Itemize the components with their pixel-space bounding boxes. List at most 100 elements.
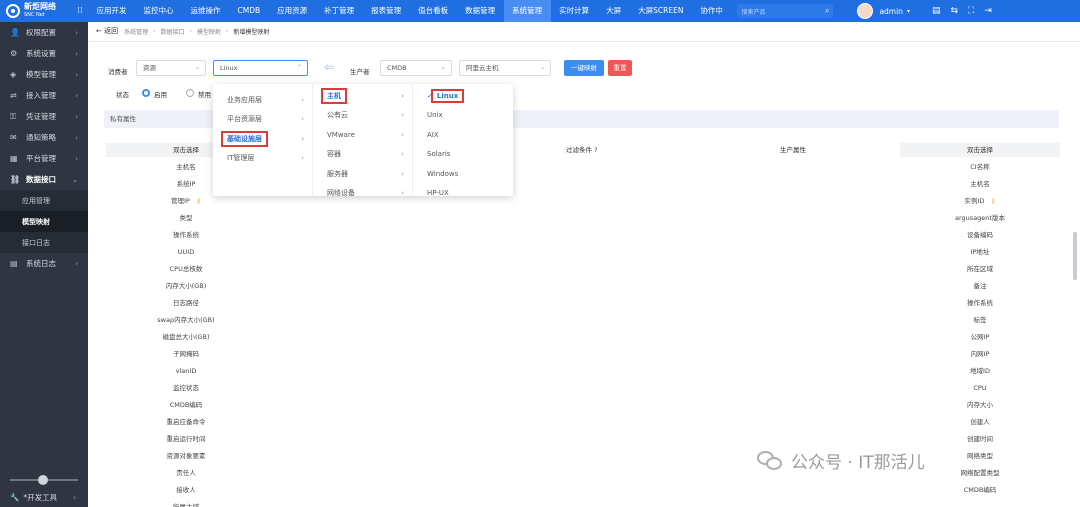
scrollbar[interactable]: [1073, 232, 1077, 280]
sidebar-item[interactable]: ⇌ 接入管理 ›: [0, 85, 88, 106]
sidebar-item[interactable]: ✉ 通知策略 ›: [0, 127, 88, 148]
nav-item[interactable]: 大屏: [598, 0, 630, 22]
left-attribute-row[interactable]: 日志路径: [106, 295, 266, 312]
right-attribute-row[interactable]: 备注: [900, 278, 1060, 295]
right-attribute-row[interactable]: CI名称: [900, 159, 1060, 176]
cascader-option[interactable]: 网络设备 ›: [313, 184, 412, 196]
logout-icon[interactable]: ⇥: [984, 6, 992, 16]
nav-item[interactable]: 值台看板: [410, 0, 457, 22]
left-attribute-row[interactable]: 子网掩码: [106, 346, 266, 363]
breadcrumb-item[interactable]: 数据接口: [161, 27, 185, 36]
left-attribute-row[interactable]: 磁盘总大小(GB): [106, 329, 266, 346]
sidebar-item[interactable]: ▦ 平台管理 ›: [0, 148, 88, 169]
nav-item[interactable]: 协作中: [692, 0, 732, 22]
nav-item[interactable]: CMDB: [229, 0, 269, 22]
sidebar-subitem[interactable]: 应用管理: [0, 190, 88, 211]
breadcrumb-item[interactable]: 系统管理: [124, 27, 148, 36]
left-attribute-row[interactable]: 重启运行时间: [106, 431, 266, 448]
sidebar-item[interactable]: ⛓ 数据接口 ⌄: [0, 169, 88, 190]
cascader-option[interactable]: HP-UX: [413, 184, 513, 196]
sidebar-subitem[interactable]: 接口日志: [0, 232, 88, 253]
left-attribute-row[interactable]: 监控状态: [106, 380, 266, 397]
right-attribute-row[interactable]: 内存大小: [900, 397, 1060, 414]
sidebar-item[interactable]: ⚙ 系统设置 ›: [0, 43, 88, 64]
right-attribute-row[interactable]: 标签: [900, 312, 1060, 329]
nav-item[interactable]: 大屏SCREEN: [630, 0, 692, 22]
nav-item[interactable]: 应用资源: [269, 0, 316, 22]
right-attribute-row[interactable]: IP地址: [900, 244, 1060, 261]
search-box[interactable]: 搜索产品 ⌕: [737, 4, 834, 18]
chevron-down-icon[interactable]: ▾: [907, 8, 910, 15]
left-attribute-row[interactable]: 责任人: [106, 465, 266, 482]
nav-item[interactable]: 监控中心: [135, 0, 182, 22]
left-attribute-row[interactable]: 类型: [106, 210, 266, 227]
right-attribute-row[interactable]: 地域ID: [900, 363, 1060, 380]
right-attribute-row[interactable]: 所在区域: [900, 261, 1060, 278]
nav-item[interactable]: 运维操作: [182, 0, 229, 22]
breadcrumb-item[interactable]: 模型映射: [197, 27, 221, 36]
nav-item[interactable]: 补丁管理: [316, 0, 363, 22]
swap-icon[interactable]: ⇆: [950, 6, 958, 16]
reset-button[interactable]: 重置: [608, 60, 632, 76]
cascader-option[interactable]: AIX: [413, 125, 513, 145]
cascader-option[interactable]: ✓ Linux: [413, 86, 513, 106]
right-attribute-row[interactable]: 创建人: [900, 414, 1060, 431]
right-attribute-row[interactable]: 设备编码: [900, 227, 1060, 244]
right-attribute-row[interactable]: 实例ID ⚷: [900, 193, 1060, 210]
cascader-option[interactable]: Solaris: [413, 145, 513, 165]
left-attribute-row[interactable]: UUID: [106, 244, 266, 261]
apps-grid-icon[interactable]: ⁞⁞: [72, 6, 88, 16]
search-icon[interactable]: ⌕: [825, 6, 829, 16]
back-link[interactable]: ← 返回: [96, 26, 118, 36]
producer-type-select[interactable]: 阿里云主机 ⌄: [459, 60, 551, 76]
right-attribute-row[interactable]: CPU: [900, 380, 1060, 397]
consumer-select[interactable]: 资源 ⌄: [136, 60, 206, 76]
cascader-option[interactable]: 业务应用层 ›: [213, 90, 312, 110]
nav-item[interactable]: 数据管理: [457, 0, 504, 22]
left-attribute-row[interactable]: 操作系统: [106, 227, 266, 244]
sidebar-item[interactable]: 👤 权限配置 ›: [0, 22, 88, 43]
sidebar-item[interactable]: ◈ 模型管理 ›: [0, 64, 88, 85]
one-click-map-button[interactable]: 一键映射: [564, 60, 604, 76]
nav-item[interactable]: 实时计算: [551, 0, 598, 22]
right-attribute-row[interactable]: CMDB编码: [900, 482, 1060, 499]
right-attribute-row[interactable]: 主机名: [900, 176, 1060, 193]
fullscreen-icon[interactable]: ⛶: [968, 6, 974, 16]
cascader-option[interactable]: 基础设施层 ›: [213, 129, 312, 149]
avatar[interactable]: [857, 3, 874, 19]
nav-item[interactable]: 报表管理: [363, 0, 410, 22]
cascader-option[interactable]: 容器 ›: [313, 145, 412, 165]
sidebar-item[interactable]: ⚿ 凭证管理 ›: [0, 106, 88, 127]
document-icon[interactable]: ▤: [932, 6, 941, 16]
left-attribute-row[interactable]: CMDB编码: [106, 397, 266, 414]
sidebar-item[interactable]: ▤ 系统日志 ›: [0, 253, 88, 274]
sidebar-subitem[interactable]: 模型映射: [0, 211, 88, 232]
right-attribute-row[interactable]: 创建时间: [900, 431, 1060, 448]
nav-item[interactable]: 系统管理: [503, 0, 551, 22]
left-attribute-row[interactable]: vlanID: [106, 363, 266, 380]
status-disabled-radio[interactable]: [186, 89, 194, 97]
left-attribute-row[interactable]: swap内存大小(GB): [106, 312, 266, 329]
right-attribute-row[interactable]: argusagent版本: [900, 210, 1060, 227]
consumer-type-select[interactable]: Linux ⌃: [213, 60, 308, 76]
left-attribute-row[interactable]: 内存大小(GB): [106, 278, 266, 295]
cascader-option[interactable]: 服务器 ›: [313, 164, 412, 184]
logo[interactable]: 新炬网络 SNC Net: [0, 0, 72, 22]
right-attribute-row[interactable]: 公网IP: [900, 329, 1060, 346]
cascader-option[interactable]: Windows: [413, 164, 513, 184]
cascader-option[interactable]: VMware ›: [313, 125, 412, 145]
cascader-option[interactable]: 公有云 ›: [313, 106, 412, 126]
left-attribute-row[interactable]: CPU总核数: [106, 261, 266, 278]
cascader-option[interactable]: Unix: [413, 106, 513, 126]
cascader-option[interactable]: IT管理层 ›: [213, 149, 312, 169]
left-attribute-row[interactable]: 重启应备命令: [106, 414, 266, 431]
right-attribute-row[interactable]: 内网IP: [900, 346, 1060, 363]
left-attribute-row[interactable]: 所属主域: [106, 499, 266, 507]
sidebar-slider-handle[interactable]: [38, 475, 48, 485]
status-enabled-radio[interactable]: [142, 89, 150, 97]
search-input[interactable]: 搜索产品: [741, 7, 825, 16]
producer-select[interactable]: CMDB ⌄: [380, 60, 452, 76]
nav-item[interactable]: 应用开发: [88, 0, 135, 22]
user-name[interactable]: admin: [879, 7, 903, 16]
left-attribute-row[interactable]: 接收人: [106, 482, 266, 499]
